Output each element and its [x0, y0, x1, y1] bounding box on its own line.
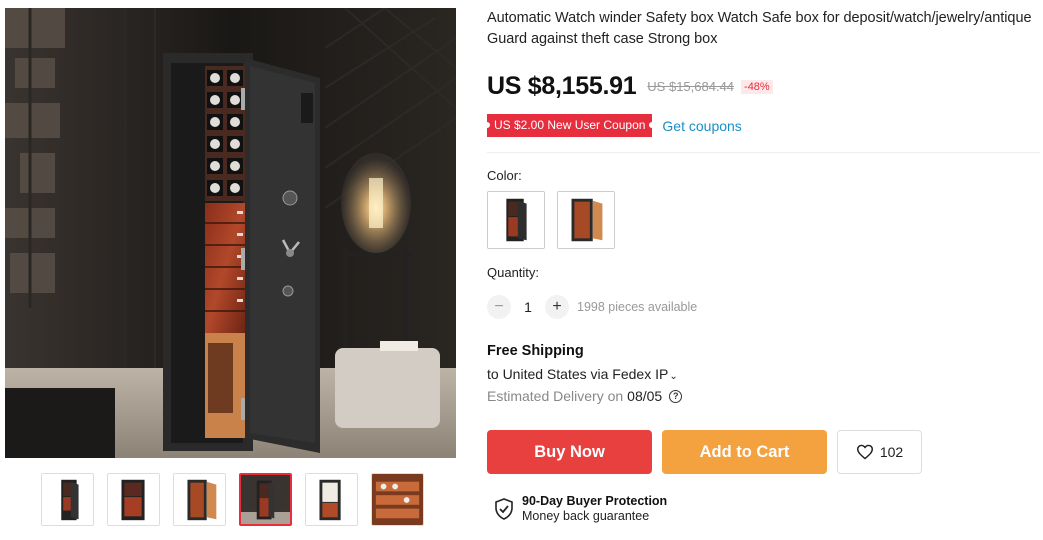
delivery-label: Estimated Delivery on: [487, 388, 624, 404]
new-user-coupon-badge[interactable]: US $2.00 New User Coupon: [483, 114, 656, 137]
discount-badge: -48%: [741, 79, 773, 94]
get-coupons-link[interactable]: Get coupons: [662, 118, 741, 134]
pieces-available-text: 1998 pieces available: [577, 300, 698, 314]
buyer-protection: 90-Day Buyer Protection Money back guara…: [495, 494, 667, 524]
quantity-label: Quantity:: [487, 265, 540, 280]
product-title: Automatic Watch winder Safety box Watch …: [487, 10, 1032, 47]
color-swatch-1[interactable]: [487, 191, 545, 249]
current-price: US $8,155.91: [487, 72, 637, 100]
original-price: US $15,684.44: [647, 79, 735, 94]
action-buttons: Buy Now Add to Cart 102: [487, 430, 922, 474]
thumbnail-1[interactable]: [41, 473, 94, 526]
shield-check-icon: [495, 498, 513, 520]
protection-title: 90-Day Buyer Protection: [522, 494, 668, 508]
color-swatches: [487, 191, 615, 249]
shipping-method-selector[interactable]: to United States via Fedex IP⌄: [487, 366, 678, 382]
price-row: US $8,155.91 US $15,684.44 -48%: [487, 72, 773, 101]
thumbnail-4[interactable]: [239, 473, 292, 526]
wishlist-button[interactable]: 102: [837, 430, 922, 474]
thumbnail-6[interactable]: [371, 473, 424, 526]
wishlist-count: 102: [879, 444, 904, 460]
thumbnail-2[interactable]: [107, 473, 160, 526]
thumbnail-3[interactable]: [173, 473, 226, 526]
protection-subtitle: Money back guarantee: [522, 509, 650, 523]
add-to-cart-button[interactable]: Add to Cart: [662, 430, 827, 474]
thumbnail-strip: [41, 473, 424, 526]
color-label: Color:: [487, 168, 522, 183]
quantity-increase-button[interactable]: +: [545, 295, 569, 319]
divider: [487, 152, 1040, 153]
free-shipping-title: Free Shipping: [487, 343, 584, 359]
coupon-row: US $2.00 New User Coupon Get coupons: [483, 114, 742, 137]
shipping-destination: to United States via Fedex IP: [487, 366, 669, 382]
color-swatch-2[interactable]: [557, 191, 615, 249]
heart-icon: [856, 444, 873, 460]
buy-now-button[interactable]: Buy Now: [487, 430, 652, 474]
help-icon[interactable]: ?: [669, 389, 683, 403]
main-product-image: [5, 8, 456, 458]
quantity-stepper: − + 1998 pieces available: [487, 295, 697, 319]
quantity-decrease-button[interactable]: −: [487, 295, 511, 319]
thumbnail-5[interactable]: [305, 473, 358, 526]
quantity-input[interactable]: [511, 299, 545, 315]
estimated-delivery: Estimated Delivery on 08/05 ?: [487, 388, 683, 404]
chevron-down-icon: ⌄: [669, 371, 678, 382]
delivery-date: 08/05: [627, 388, 663, 404]
